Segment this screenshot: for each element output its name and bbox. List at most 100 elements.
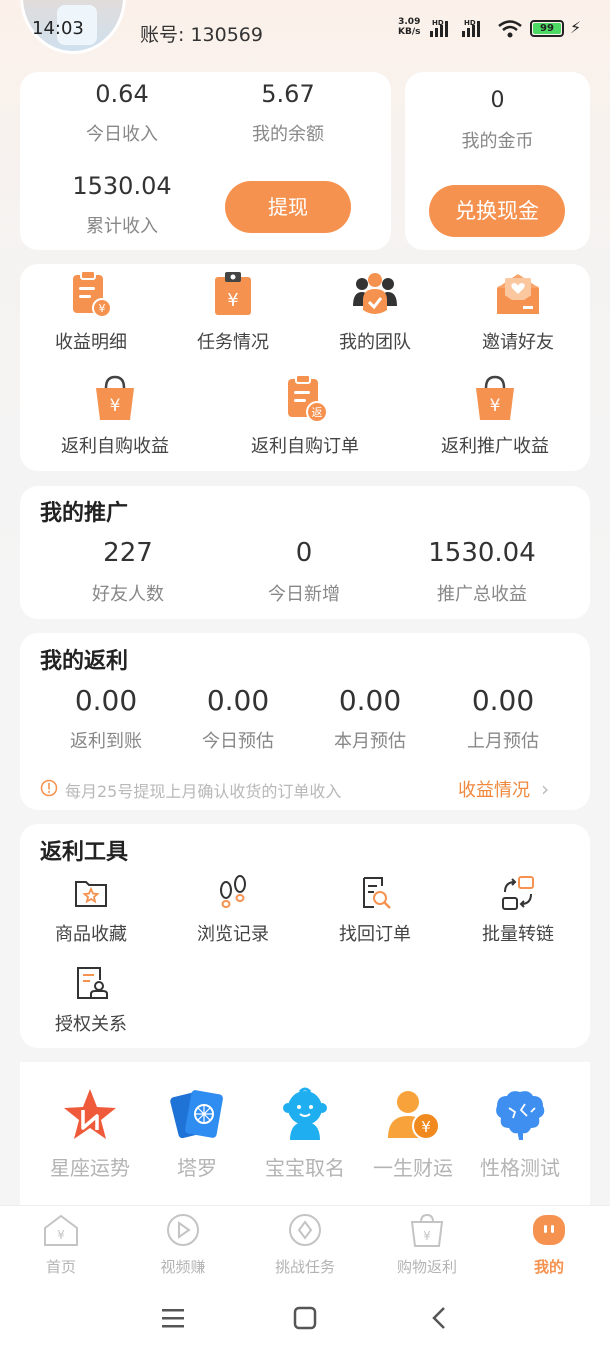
quick-my-team-label: 我的团队 (339, 332, 411, 353)
team-icon (353, 273, 397, 314)
rebate-today-estimate-label: 今日预估 (202, 731, 274, 752)
rebate-received[interactable]: 0.00 返利到账 (40, 684, 172, 753)
rebate-month-estimate-label: 本月预估 (334, 731, 406, 752)
tab-home-label: 首页 (45, 1258, 76, 1276)
balance-value: 5.67 (261, 80, 315, 108)
status-time: 14:03 (32, 18, 84, 39)
tools-title: 返利工具 (40, 840, 129, 865)
rebate-notice: 每月25号提现上月确认收货的订单收入 (65, 782, 342, 801)
tool-find-order[interactable]: 找回订单 (304, 874, 446, 946)
quick-rebate-promo-income[interactable]: ¥ 返利推广收益 (400, 374, 590, 458)
quick-income-detail[interactable]: ¥ 收益明细 (20, 270, 162, 354)
quick-my-team[interactable]: 我的团队 (304, 270, 446, 354)
tab-profile-label: 我的 (533, 1258, 564, 1276)
quick-rebate-self-income[interactable]: ¥ 返利自购收益 (20, 374, 210, 458)
balance[interactable]: 5.67 我的余额 (206, 80, 370, 146)
today-income-value: 0.64 (95, 80, 149, 108)
svg-text:返: 返 (312, 406, 323, 419)
exchange-cash-button[interactable]: 兑换现金 (429, 185, 565, 237)
fun-tarot[interactable]: 塔罗 (137, 1086, 257, 1181)
rebate-self-income-icon: ¥ (96, 375, 134, 420)
tab-challenge-label: 挑战任务 (274, 1258, 335, 1276)
today-income[interactable]: 0.64 今日收入 (40, 80, 204, 146)
rebate-last-month-estimate[interactable]: 0.00 上月预估 (436, 684, 570, 753)
quick-task-status-label: 任务情况 (197, 332, 269, 353)
wifi-icon (498, 20, 522, 38)
quick-invite-friend-label: 邀请好友 (482, 332, 554, 353)
tool-favorites[interactable]: 商品收藏 (20, 874, 162, 946)
tool-history[interactable]: 浏览记录 (162, 874, 304, 946)
rebate-month-estimate[interactable]: 0.00 本月预估 (304, 684, 436, 753)
fun-horoscope-label: 星座运势 (50, 1156, 130, 1180)
tab-home[interactable]: ¥ 首页 (0, 1212, 122, 1277)
rebate-last-month-estimate-value: 0.00 (471, 684, 535, 717)
fun-personality-label: 性格测试 (480, 1156, 560, 1180)
tab-video-label: 视频赚 (160, 1258, 206, 1276)
svg-text:¥: ¥ (99, 302, 106, 315)
svg-text:¥: ¥ (423, 1229, 431, 1243)
income-status-link[interactable]: 收益情况 › (458, 776, 549, 802)
tool-history-label: 浏览记录 (197, 924, 269, 945)
fun-tarot-label: 塔罗 (177, 1156, 217, 1180)
tab-video[interactable]: 视频赚 (122, 1212, 244, 1277)
tool-authorization[interactable]: 授权关系 (20, 964, 162, 1036)
find-order-icon (363, 877, 391, 909)
fun-personality[interactable]: 性格测试 (460, 1086, 580, 1181)
rebate-today-estimate[interactable]: 0.00 今日预估 (172, 684, 304, 753)
home-icon: ¥ (44, 1214, 78, 1246)
fun-fortune-label: 一生财运 (373, 1156, 453, 1180)
menu-nav-icon[interactable] (160, 1306, 186, 1330)
tool-batch-convert[interactable]: 批量转链 (446, 874, 590, 946)
coins-value: 0 (490, 88, 505, 113)
fun-baby-name[interactable]: 宝宝取名 (245, 1086, 365, 1181)
chevron-right-icon: › (541, 777, 550, 801)
svg-text:¥: ¥ (227, 290, 238, 311)
promo-total-income[interactable]: 1530.04 推广总收益 (392, 538, 572, 606)
baby-name-icon (283, 1087, 327, 1140)
rebate-title: 我的返利 (40, 649, 129, 674)
promo-total-income-value: 1530.04 (428, 538, 536, 568)
batch-convert-icon (502, 876, 534, 910)
charging-icon: ⚡ (570, 18, 582, 37)
coins-label: 我的金币 (461, 131, 534, 152)
quick-rebate-promo-income-label: 返利推广收益 (441, 436, 549, 457)
promo-new-today-value: 0 (295, 538, 313, 568)
quick-invite-friend[interactable]: 邀请好友 (446, 270, 590, 354)
svg-text:HD: HD (464, 19, 476, 27)
quick-rebate-self-order[interactable]: 返 返利自购订单 (210, 374, 400, 458)
favorites-icon (75, 881, 107, 907)
svg-text:¥: ¥ (490, 396, 501, 416)
promo-new-today[interactable]: 0 今日新增 (216, 538, 392, 606)
fortune-icon: ¥ (388, 1091, 440, 1140)
total-income-label: 累计收入 (86, 216, 158, 237)
video-icon (167, 1214, 199, 1246)
tab-challenge[interactable]: 挑战任务 (244, 1212, 366, 1277)
quick-task-status[interactable]: ¥ 任务情况 (162, 270, 304, 354)
tab-shopping[interactable]: ¥ 购物返利 (366, 1212, 488, 1277)
brain-icon (496, 1091, 545, 1140)
battery-icon: 99 (530, 20, 564, 37)
svg-text:¥: ¥ (110, 396, 121, 416)
rebate-last-month-estimate-label: 上月预估 (467, 731, 539, 752)
fun-horoscope[interactable]: 星座运势 (30, 1086, 150, 1181)
balance-label: 我的余额 (252, 124, 324, 145)
signal-icon: HD HD (430, 19, 480, 37)
fun-fortune[interactable]: ¥ 一生财运 (353, 1086, 473, 1181)
home-nav-icon[interactable] (292, 1305, 318, 1331)
rebate-self-order-icon: 返 (288, 374, 328, 423)
back-nav-icon[interactable] (428, 1305, 450, 1331)
promo-friends-label: 好友人数 (92, 584, 164, 605)
promo-friends[interactable]: 227 好友人数 (40, 538, 216, 606)
fun-baby-name-label: 宝宝取名 (265, 1156, 345, 1180)
quick-rebate-self-income-label: 返利自购收益 (61, 436, 169, 457)
rebate-received-label: 返利到账 (70, 731, 142, 752)
total-income[interactable]: 1530.04 累计收入 (40, 172, 204, 238)
coins[interactable]: 0 我的金币 (405, 88, 590, 153)
tab-profile[interactable]: 我的 (488, 1212, 610, 1277)
rebate-received-value: 0.00 (74, 684, 138, 717)
withdraw-button[interactable]: 提现 (225, 181, 351, 233)
tool-favorites-label: 商品收藏 (55, 924, 127, 945)
promo-new-today-label: 今日新增 (268, 584, 340, 605)
challenge-icon (289, 1214, 321, 1246)
rebate-promo-income-icon: ¥ (476, 375, 514, 420)
